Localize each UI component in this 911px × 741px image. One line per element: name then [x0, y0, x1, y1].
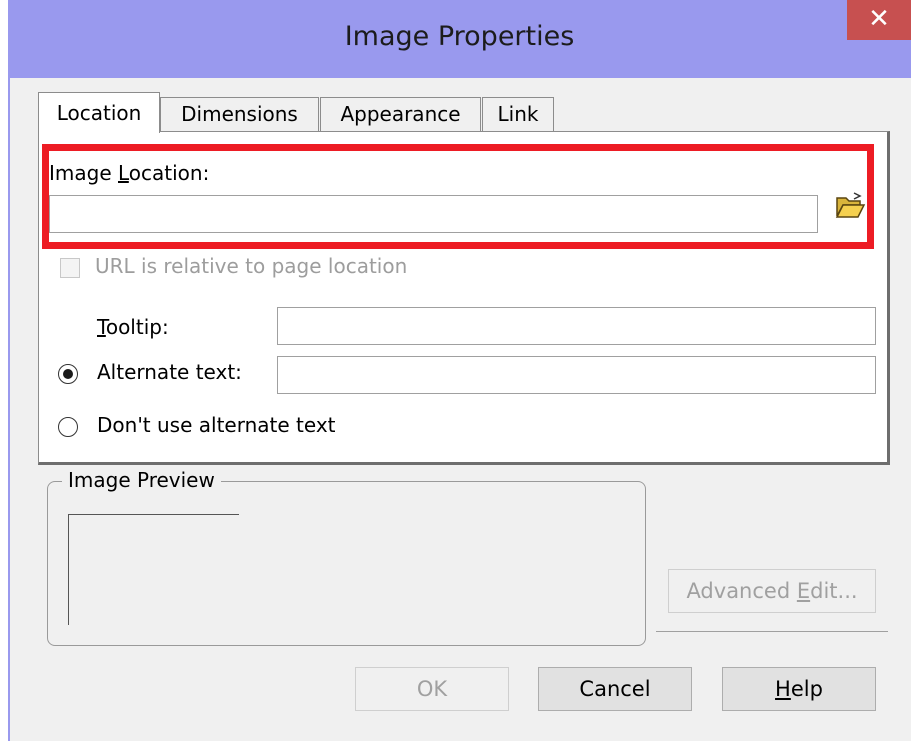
- alternate-text-label: Alternate text:: [97, 360, 242, 384]
- dialog-title: Image Properties: [344, 21, 575, 52]
- cancel-button[interactable]: Cancel: [538, 667, 692, 711]
- close-icon: ✕: [868, 4, 890, 34]
- tab-link[interactable]: Link: [482, 97, 554, 131]
- advanced-edit-button[interactable]: Advanced Edit...: [668, 569, 876, 613]
- tab-link-label: Link: [497, 102, 539, 126]
- image-location-input[interactable]: [49, 195, 818, 233]
- dialog-client-area: Dimensions Appearance Link Location Imag…: [10, 78, 911, 741]
- relative-url-label: URL is relative to page location: [95, 254, 408, 278]
- image-preview-group: Image Preview: [47, 468, 646, 646]
- no-alternate-text-radio[interactable]: [58, 417, 78, 437]
- tooltip-input[interactable]: [277, 307, 876, 345]
- tab-location-label: Location: [56, 101, 142, 125]
- image-properties-dialog: Image Properties ✕ Dimensions Appearance…: [8, 0, 911, 741]
- separator-line: [656, 631, 888, 632]
- image-preview-area: [68, 514, 239, 625]
- help-button[interactable]: Help: [722, 667, 876, 711]
- tab-dimensions[interactable]: Dimensions: [160, 97, 319, 131]
- alternate-text-input[interactable]: [277, 356, 876, 394]
- image-location-label: Image Location:: [49, 161, 210, 185]
- alternate-text-radio[interactable]: [58, 364, 78, 384]
- relative-url-checkbox[interactable]: [60, 258, 80, 278]
- ok-button[interactable]: OK: [355, 667, 509, 711]
- no-alternate-text-label: Don't use alternate text: [97, 413, 336, 437]
- tab-location[interactable]: Location: [38, 92, 160, 133]
- radio-selected-dot: [63, 369, 73, 379]
- tab-dimensions-label: Dimensions: [181, 102, 298, 126]
- title-bar[interactable]: Image Properties ✕: [8, 0, 911, 78]
- tab-appearance[interactable]: Appearance: [320, 97, 481, 131]
- tab-appearance-label: Appearance: [340, 102, 461, 126]
- folder-open-icon[interactable]: [834, 190, 866, 222]
- location-tab-panel: Image Location: URL is relative to page …: [38, 131, 890, 465]
- tooltip-label: Tooltip:: [97, 315, 169, 339]
- image-preview-label: Image Preview: [62, 468, 221, 492]
- close-button[interactable]: ✕: [847, 0, 911, 40]
